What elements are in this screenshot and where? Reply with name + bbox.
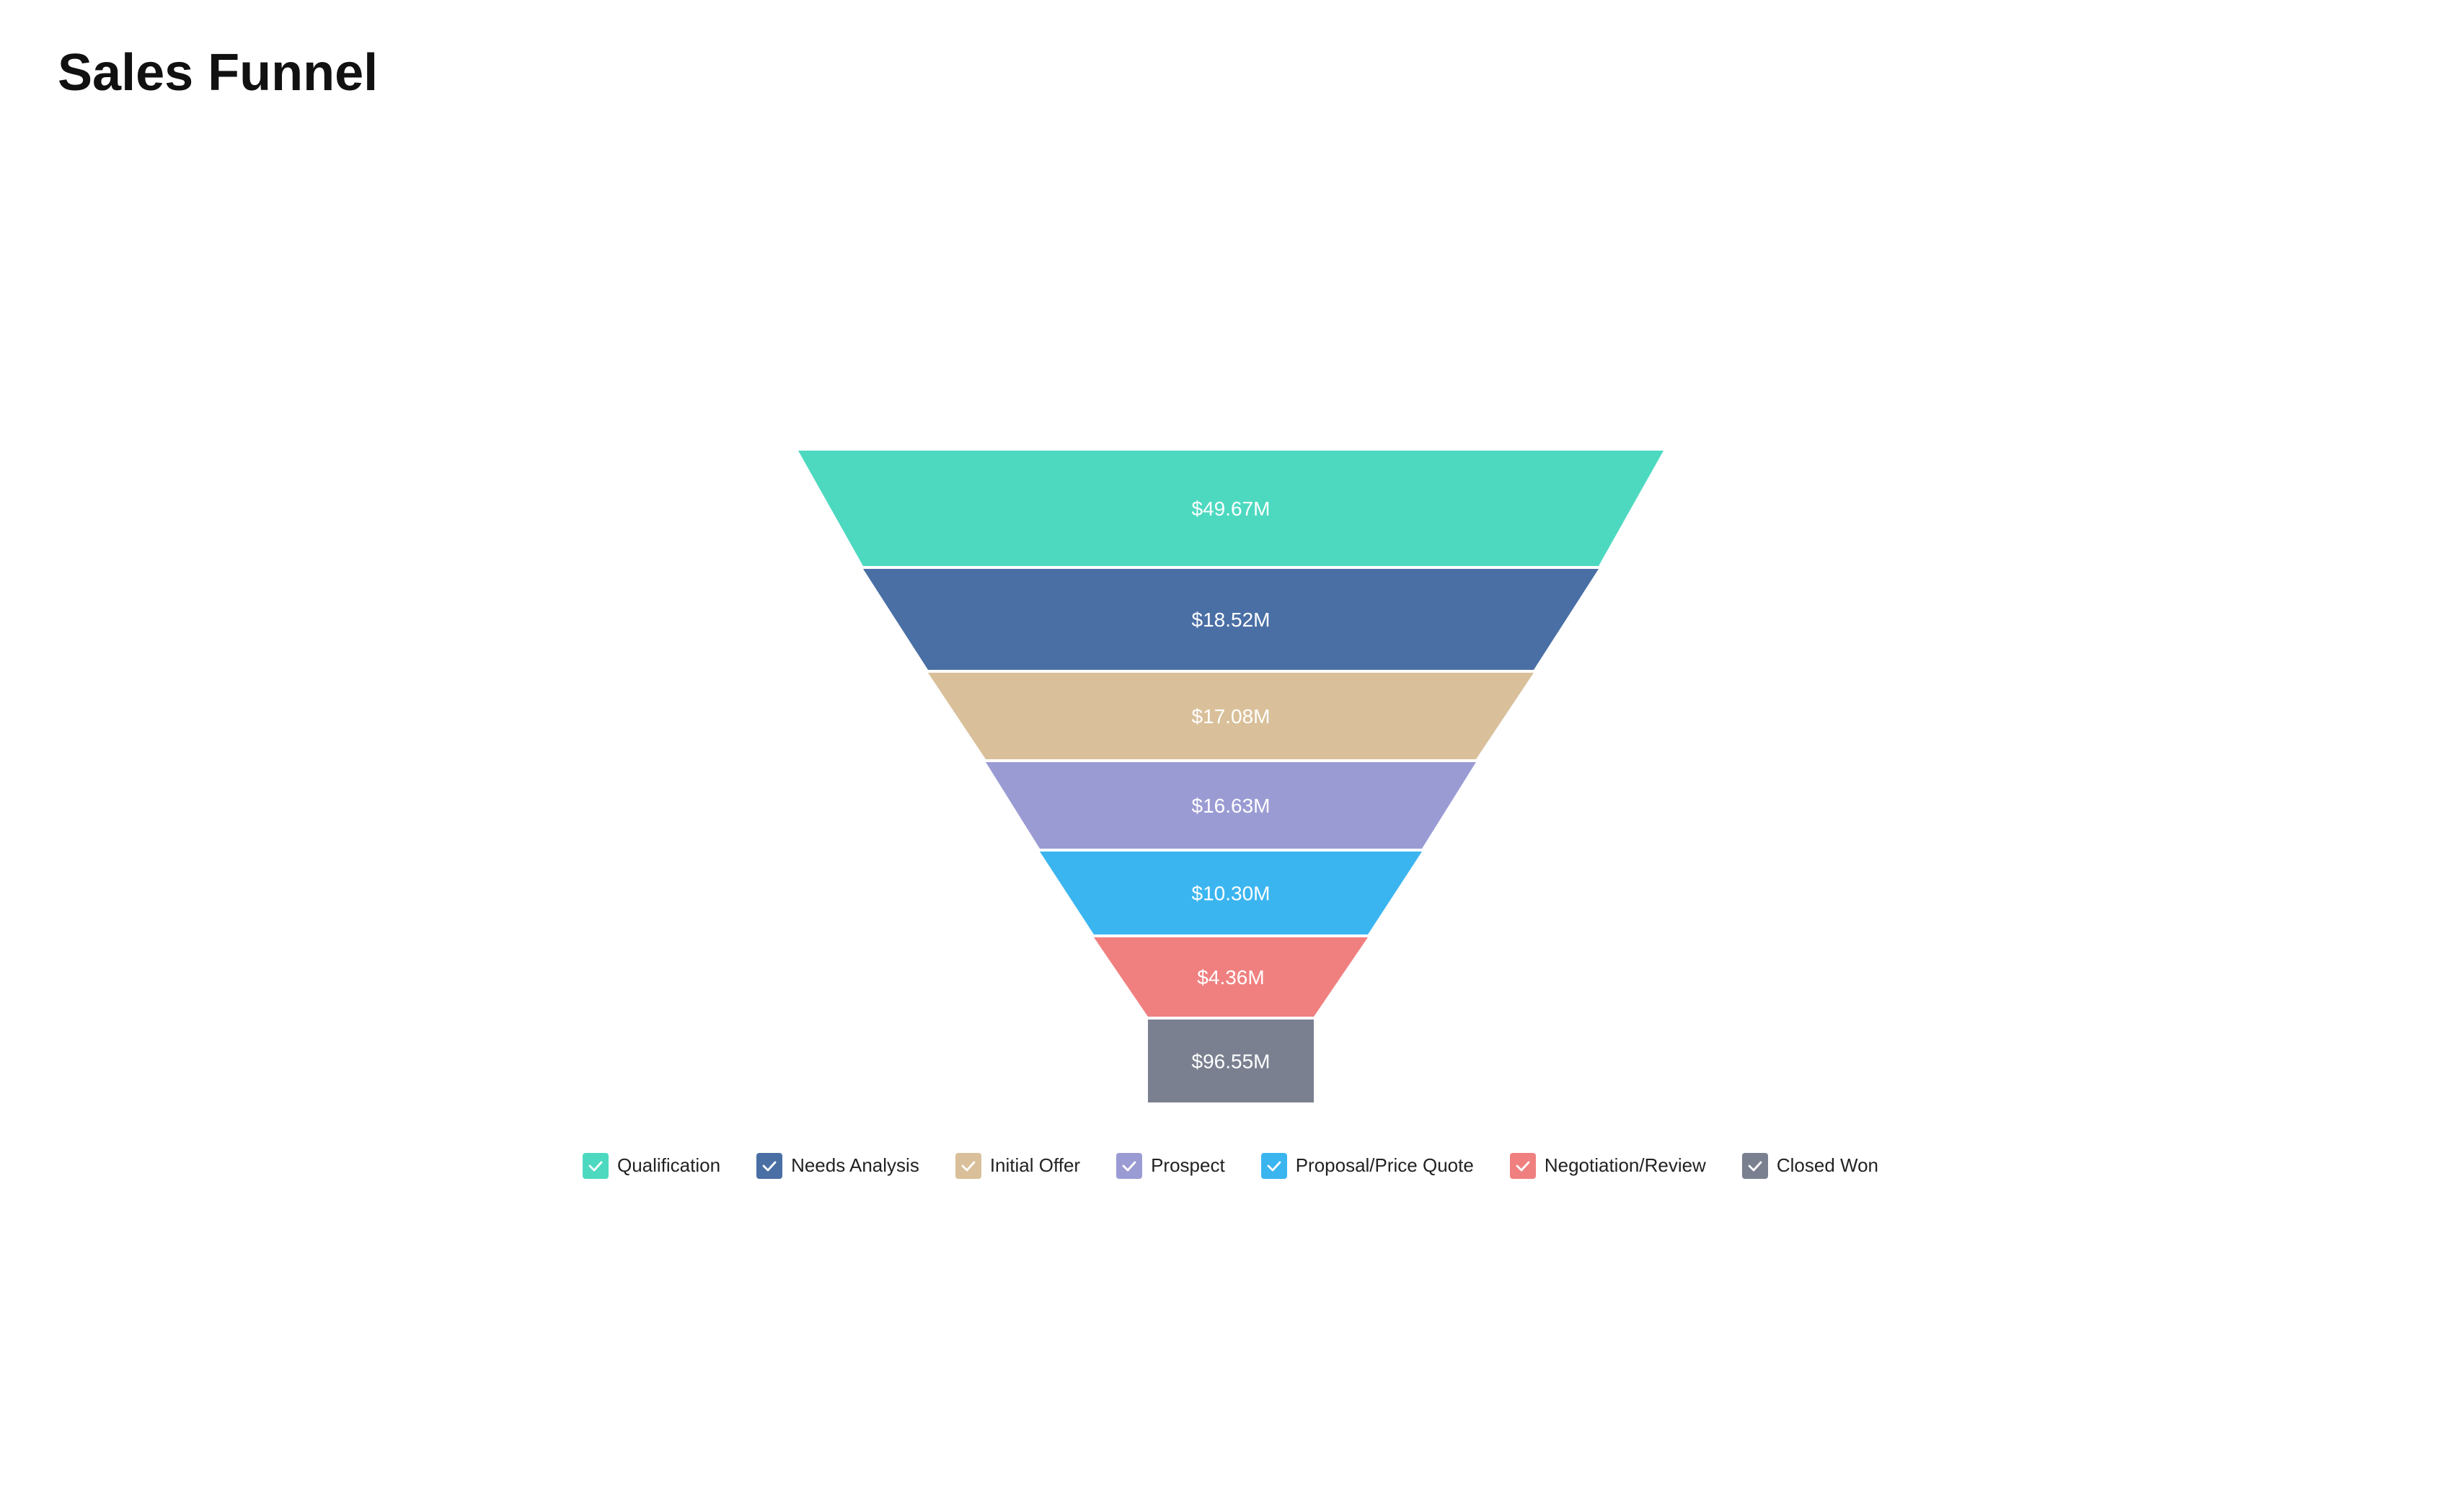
funnel-svg: $49.67M $18.52M $17.08M $16.63M $10.30M $4.36…	[762, 451, 1700, 1110]
legend-label-1: Needs Analysis	[791, 1154, 919, 1177]
funnel-label-2: $17.08M	[1191, 705, 1270, 728]
chart-area: $49.67M $18.52M $17.08M $16.63M $10.30M $4.36…	[58, 160, 2403, 1469]
legend-swatch-4	[1261, 1153, 1287, 1179]
funnel-label-1: $18.52M	[1191, 609, 1270, 631]
legend-swatch-1	[756, 1153, 782, 1179]
funnel-label-4: $10.30M	[1191, 882, 1270, 904]
legend-swatch-2	[955, 1153, 981, 1179]
legend-label-3: Prospect	[1151, 1154, 1225, 1177]
legend-item-2: Initial Offer	[955, 1153, 1080, 1179]
legend-swatch-3	[1116, 1153, 1142, 1179]
legend-item-6: Closed Won	[1742, 1153, 1878, 1179]
funnel-label-6: $96.55M	[1191, 1050, 1270, 1072]
funnel-label-0: $49.67M	[1191, 498, 1270, 520]
funnel-chart: $49.67M $18.52M $17.08M $16.63M $10.30M $4.36…	[762, 451, 1700, 1110]
legend-item-0: Qualification	[583, 1153, 720, 1179]
legend-swatch-6	[1742, 1153, 1768, 1179]
legend-item-5: Negotiation/Review	[1510, 1153, 1706, 1179]
legend-item-4: Proposal/Price Quote	[1261, 1153, 1474, 1179]
legend-label-2: Initial Offer	[990, 1154, 1080, 1177]
legend-swatch-5	[1510, 1153, 1536, 1179]
legend-item-1: Needs Analysis	[756, 1153, 919, 1179]
legend: Qualification Needs Analysis Initial Offer…	[583, 1153, 1878, 1179]
funnel-label-3: $16.63M	[1191, 795, 1270, 817]
legend-swatch-0	[583, 1153, 609, 1179]
legend-label-0: Qualification	[617, 1154, 720, 1177]
legend-item-3: Prospect	[1116, 1153, 1225, 1179]
legend-label-6: Closed Won	[1777, 1154, 1878, 1177]
funnel-label-5: $4.36M	[1197, 966, 1264, 989]
legend-label-5: Negotiation/Review	[1545, 1154, 1706, 1177]
page-title: Sales Funnel	[58, 43, 2403, 160]
legend-label-4: Proposal/Price Quote	[1296, 1154, 1474, 1177]
